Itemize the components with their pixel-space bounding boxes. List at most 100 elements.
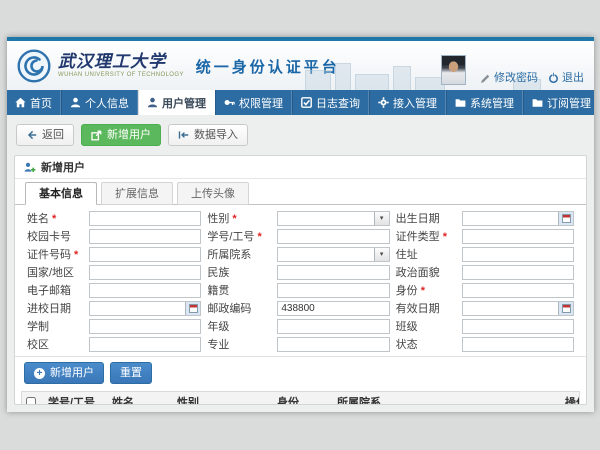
form-grid: 姓名 *性别 *▾出生日期校园卡号学号/工号 *证件类型 *证件号码 *所属院系… (15, 205, 586, 357)
field-control-10 (277, 265, 389, 280)
tab-upload-photo[interactable]: 上传头像 (177, 182, 249, 205)
tab-extended-info[interactable]: 扩展信息 (101, 182, 173, 205)
column-header-actions: 操作 (561, 392, 579, 405)
field-input-13[interactable] (277, 283, 389, 298)
field-input-9[interactable] (89, 265, 201, 280)
field-label-5: 证件类型 * (396, 228, 456, 244)
nav-label: 用户管理 (162, 95, 206, 111)
nav-item-profile[interactable]: 个人信息 (61, 90, 138, 115)
nav-label: 订阅管理 (547, 95, 591, 111)
person-icon (147, 97, 158, 108)
field-input-11[interactable] (462, 265, 574, 280)
calendar-button[interactable] (558, 302, 573, 315)
header: 武汉理工大学 WUHAN UNIVERSITY OF TECHNOLOGY 统一… (7, 41, 594, 90)
nav-label: 日志查询 (316, 95, 360, 111)
building-silhouette (335, 63, 351, 90)
calendar-button[interactable] (185, 302, 200, 315)
back-button[interactable]: 返回 (16, 124, 74, 146)
field-control-4 (277, 229, 389, 244)
tab-basic-info[interactable]: 基本信息 (25, 182, 97, 205)
nav-item-subscription-management[interactable]: 订阅管理 (523, 90, 594, 115)
required-asterisk: * (440, 231, 447, 243)
folder-icon (455, 97, 466, 108)
field-control-20 (462, 319, 574, 334)
dropdown-arrow-button[interactable]: ▾ (374, 212, 389, 225)
logout-label: 退出 (562, 71, 584, 85)
select-all-checkbox[interactable] (26, 397, 36, 405)
add-user-icon (24, 162, 36, 173)
import-icon (178, 130, 189, 140)
dropdown-arrow-button[interactable]: ▾ (374, 248, 389, 261)
avatar (441, 55, 466, 85)
screenshot-root: { "header": { "university_cn": "武汉理工大学",… (0, 0, 600, 450)
calendar-button[interactable] (558, 212, 573, 225)
field-input-19[interactable] (277, 319, 389, 334)
content-area: 返回 新增用户 数据导入 (7, 115, 594, 412)
home-icon (15, 97, 26, 108)
field-label-16: 邮政编码 (207, 300, 271, 316)
field-input-0[interactable] (89, 211, 201, 226)
field-control-19 (277, 319, 389, 334)
field-control-22 (277, 337, 389, 352)
calendar-icon (562, 304, 571, 313)
field-input-12[interactable] (89, 283, 201, 298)
field-input-5[interactable] (462, 229, 574, 244)
field-label-7: 所属院系 (207, 246, 271, 262)
field-label-18: 学制 (27, 318, 83, 334)
field-input-20[interactable] (462, 319, 574, 334)
building-silhouette (305, 70, 331, 90)
field-input-14[interactable] (462, 283, 574, 298)
university-name-en: WUHAN UNIVERSITY OF TECHNOLOGY (58, 72, 184, 78)
add-user-submit-button[interactable]: + 新增用户 (24, 362, 104, 384)
nav-item-system-management[interactable]: 系统管理 (446, 90, 523, 115)
data-import-button[interactable]: 数据导入 (168, 124, 248, 146)
field-input-10[interactable] (277, 265, 389, 280)
column-header-id: 学号/工号 (44, 392, 108, 405)
nav-item-home[interactable]: 首页 (7, 90, 61, 115)
field-control-23 (462, 337, 574, 352)
field-label-15: 进校日期 (27, 300, 83, 316)
required-asterisk: * (418, 285, 425, 297)
field-input-21[interactable] (89, 337, 201, 352)
logout-link[interactable]: 退出 (548, 71, 584, 85)
field-input-8[interactable] (462, 247, 574, 262)
pencil-icon (480, 73, 491, 84)
column-header-department: 所属院系 (333, 392, 561, 405)
field-label-17: 有效日期 (396, 300, 456, 316)
new-user-icon (91, 130, 102, 141)
field-control-0 (89, 211, 201, 226)
required-asterisk: * (254, 231, 261, 243)
field-input-23[interactable] (462, 337, 574, 352)
field-label-9: 国家/地区 (27, 264, 83, 280)
field-input-18[interactable] (89, 319, 201, 334)
new-user-toolbar-button[interactable]: 新增用户 (81, 124, 161, 146)
field-input-16[interactable] (277, 301, 389, 316)
app-window: 武汉理工大学 WUHAN UNIVERSITY OF TECHNOLOGY 统一… (7, 37, 594, 412)
nav-item-permission-management[interactable]: 权限管理 (215, 90, 292, 115)
reset-button[interactable]: 重置 (110, 362, 152, 384)
column-header-identity: 身份 (273, 392, 333, 405)
field-input-3[interactable] (89, 229, 201, 244)
form-actions: + 新增用户 重置 (15, 357, 586, 389)
field-label-14: 身份 * (396, 282, 456, 298)
field-control-14 (462, 283, 574, 298)
field-label-8: 住址 (396, 246, 456, 262)
field-control-16 (277, 301, 389, 316)
column-header-name: 姓名 (108, 392, 173, 405)
nav-item-user-management[interactable]: 用户管理 (138, 90, 215, 115)
field-label-3: 校园卡号 (27, 228, 83, 244)
field-control-15 (89, 301, 201, 316)
field-label-0: 姓名 * (27, 210, 83, 226)
required-asterisk: * (229, 213, 236, 225)
field-input-6[interactable] (89, 247, 201, 262)
nav-label: 权限管理 (239, 95, 283, 111)
field-control-8 (462, 247, 574, 262)
field-label-11: 政治面貌 (396, 264, 456, 280)
field-input-22[interactable] (277, 337, 389, 352)
header-user-area: 修改密码 退出 (441, 55, 584, 85)
nav-item-access-management[interactable]: 接入管理 (369, 90, 446, 115)
field-control-13 (277, 283, 389, 298)
field-input-4[interactable] (277, 229, 389, 244)
change-password-link[interactable]: 修改密码 (480, 71, 538, 85)
nav-item-log-query[interactable]: 日志查询 (292, 90, 369, 115)
